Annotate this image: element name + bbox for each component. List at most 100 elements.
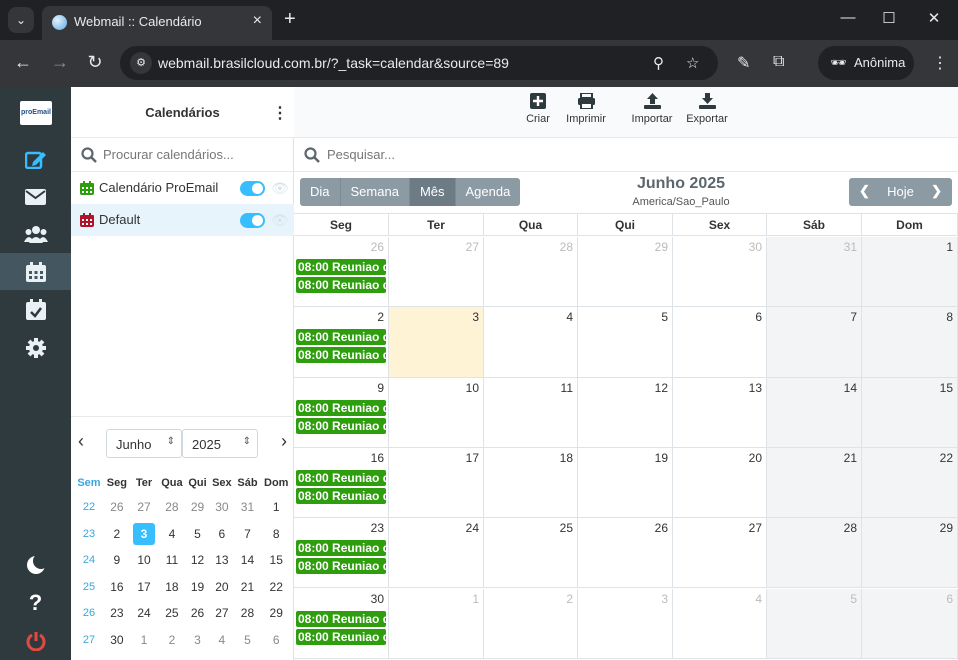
event-search[interactable]: Pesquisar... [294,138,958,172]
mini-calendar-day[interactable]: 16 [104,574,130,601]
day-cell[interactable]: 28 [767,518,862,589]
mini-calendar-day[interactable]: 22 [260,574,292,601]
calendar-event[interactable]: 08:00 Reuniao d [296,469,386,486]
mini-calendar-day[interactable]: 29 [260,600,292,627]
day-cell[interactable]: 2 08:00 Reuniao d 08:00 Reuniao d [294,307,389,378]
mini-calendar-day[interactable]: 1 [130,627,158,654]
day-number[interactable]: 25 [560,521,573,535]
tab-search-button[interactable]: ⌄ [8,7,34,33]
day-number[interactable]: 31 [844,240,857,254]
mini-calendar-day[interactable]: 15 [260,547,292,574]
day-cell[interactable]: 10 [389,377,484,448]
week-number[interactable]: 23 [74,521,104,548]
day-number[interactable]: 16 [371,451,384,465]
mini-calendar-day[interactable]: 23 [104,600,130,627]
mini-calendar-day[interactable]: 26 [186,600,210,627]
day-number[interactable]: 30 [749,240,762,254]
mini-calendar-day[interactable]: 24 [130,600,158,627]
day-cell[interactable]: 21 [767,447,862,519]
mini-calendar-day[interactable]: 6 [209,521,234,548]
mail-icon[interactable] [0,178,71,215]
eye-icon[interactable]: 👁 [271,212,289,229]
day-cell[interactable]: 11 [484,377,578,448]
day-cell[interactable]: 6 [673,307,767,378]
mini-calendar-day[interactable]: 4 [158,521,186,548]
zoom-icon[interactable]: ⚲ [653,54,664,72]
address-bar[interactable]: ⚙ webmail.brasilcloud.com.br/?_task=cale… [120,46,718,80]
calendar-event[interactable]: 08:00 Reuniao d [296,487,386,504]
day-number[interactable]: 21 [844,451,857,465]
day-number[interactable]: 1 [472,592,479,606]
day-cell[interactable]: 29 [578,237,673,308]
day-number[interactable]: 30 [371,592,384,606]
day-number[interactable]: 19 [655,451,668,465]
day-number[interactable]: 4 [566,310,573,324]
new-tab-button[interactable]: + [284,8,296,30]
mini-calendar-day[interactable]: 3 [130,521,158,548]
mini-calendar-day[interactable]: 18 [158,574,186,601]
day-cell[interactable]: 22 [862,447,958,519]
day-number[interactable]: 6 [946,592,953,606]
mini-calendar-day[interactable]: 6 [260,627,292,654]
close-window-icon[interactable]: ✕ [924,9,944,27]
day-cell[interactable]: 9 08:00 Reuniao d 08:00 Reuniao d [294,377,389,448]
day-number[interactable]: 9 [377,381,384,395]
contacts-icon[interactable] [0,215,71,252]
day-number[interactable]: 6 [755,310,762,324]
day-number[interactable]: 5 [850,592,857,606]
mini-calendar-day[interactable]: 28 [234,600,260,627]
mini-calendar-day[interactable]: 4 [209,627,234,654]
mini-calendar-day[interactable]: 14 [234,547,260,574]
day-cell[interactable]: 19 [578,447,673,519]
day-number[interactable]: 11 [561,381,573,395]
mini-calendar-day[interactable]: 28 [158,494,186,521]
calendar-event[interactable]: 08:00 Reuniao d [296,558,386,575]
minimize-icon[interactable]: — [838,9,858,26]
mini-calendar-day[interactable]: 9 [104,547,130,574]
forward-icon[interactable]: → [50,52,70,72]
day-cell[interactable]: 25 [484,518,578,589]
day-cell[interactable]: 28 [484,237,578,308]
browser-tab[interactable]: Webmail :: Calendário × [42,6,272,40]
proemail-logo[interactable]: proEmail [20,101,52,125]
day-number[interactable]: 24 [466,521,479,535]
calendar-event[interactable]: 08:00 Reuniao d [296,417,386,434]
calendar-event[interactable]: 08:00 Reuniao d [296,610,386,627]
day-cell-today[interactable]: 3 [389,307,484,378]
day-cell[interactable]: 2 [484,588,578,659]
day-number[interactable]: 4 [755,592,762,606]
settings-icon[interactable] [0,329,71,366]
day-cell[interactable]: 24 [389,518,484,589]
week-number[interactable]: 26 [74,600,104,627]
dark-mode-icon[interactable] [0,546,71,583]
day-cell[interactable]: 8 [862,307,958,378]
day-number[interactable]: 23 [371,521,384,535]
day-cell[interactable]: 27 [389,237,484,308]
day-number[interactable]: 26 [655,521,668,535]
mini-calendar-day[interactable]: 5 [186,521,210,548]
back-icon[interactable]: ← [13,52,33,72]
week-number[interactable]: 25 [74,574,104,601]
day-cell[interactable]: 12 [578,377,673,448]
day-number[interactable]: 2 [377,310,384,324]
day-number[interactable]: 22 [940,451,953,465]
calendar-event[interactable]: 08:00 Reuniao d [296,628,386,645]
calendar-item-proemail[interactable]: Calendário ProEmail 👁 [71,172,294,204]
mini-calendar-day[interactable]: 8 [260,521,292,548]
day-cell[interactable]: 7 [767,307,862,378]
import-button[interactable]: Importar [629,93,675,125]
calendar-event[interactable]: 08:00 Reuniao d [296,259,386,275]
day-number[interactable]: 3 [472,310,479,324]
day-cell[interactable]: 15 [862,377,958,448]
mini-calendar-day[interactable]: 25 [158,600,186,627]
day-number[interactable]: 28 [844,521,857,535]
calendar-search-input[interactable]: Procurar calendários... [103,147,234,162]
day-number[interactable]: 3 [661,592,668,606]
day-number[interactable]: 1 [946,240,953,254]
day-number[interactable]: 26 [371,240,384,254]
day-number[interactable]: 8 [946,310,953,324]
day-number[interactable]: 5 [661,310,668,324]
day-number[interactable]: 13 [749,381,762,395]
calendar-event[interactable]: 08:00 Reuniao d [296,399,386,416]
day-cell[interactable]: 17 [389,447,484,519]
